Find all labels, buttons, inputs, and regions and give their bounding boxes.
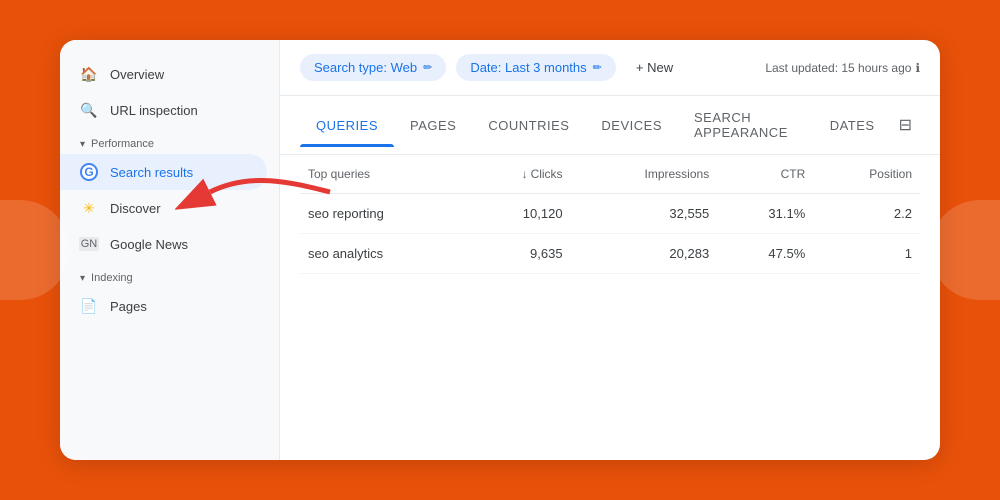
- query-cell-1: seo reporting: [300, 194, 467, 234]
- table-row: seo analytics 9,635 20,283 47.5% 1: [300, 234, 920, 274]
- main-content: Search type: Web ✏ Date: Last 3 months ✏…: [280, 40, 940, 460]
- filter-icon-button[interactable]: ⊟: [891, 107, 920, 143]
- queries-table: Top queries ↓ Clicks Impressions: [300, 155, 920, 274]
- new-button-label: + New: [636, 60, 673, 75]
- search-icon: 🔍: [80, 101, 98, 119]
- date-filter[interactable]: Date: Last 3 months ✏: [456, 54, 616, 81]
- sidebar-item-search-results-label: Search results: [110, 165, 193, 180]
- indexing-section-label: ▾ Indexing: [60, 262, 279, 288]
- table-header-row: Top queries ↓ Clicks Impressions: [300, 155, 920, 194]
- edit-date-icon: ✏: [593, 61, 602, 74]
- main-card: 🏠 Overview 🔍 URL inspection ▾ Performanc…: [60, 40, 940, 460]
- sidebar-item-google-news-label: Google News: [110, 237, 188, 252]
- last-updated-text: Last updated: 15 hours ago: [765, 61, 911, 75]
- clicks-cell-2: 9,635: [467, 234, 571, 274]
- tab-countries[interactable]: COUNTRIES: [472, 104, 585, 147]
- edit-search-type-icon: ✏: [423, 61, 432, 74]
- performance-label: Performance: [91, 138, 154, 150]
- table-area: Top queries ↓ Clicks Impressions: [280, 155, 940, 460]
- search-type-filter[interactable]: Search type: Web ✏: [300, 54, 446, 81]
- tab-search-appearance[interactable]: SEARCH APPEARANCE: [678, 96, 814, 154]
- tab-pages[interactable]: PAGES: [394, 104, 472, 147]
- sidebar-item-google-news[interactable]: GN Google News: [60, 226, 267, 262]
- query-column-header: Top queries: [300, 155, 467, 194]
- sidebar-item-search-results[interactable]: G Search results: [60, 154, 267, 190]
- google-g-icon: G: [80, 163, 98, 181]
- sidebar-item-discover-label: Discover: [110, 201, 161, 216]
- discover-icon: ✳: [80, 199, 98, 217]
- position-cell-1: 2.2: [813, 194, 920, 234]
- tab-dates[interactable]: DATES: [814, 104, 891, 147]
- ctr-column-header: CTR: [717, 155, 813, 194]
- sidebar-item-discover[interactable]: ✳ Discover: [60, 190, 267, 226]
- clicks-cell-1: 10,120: [467, 194, 571, 234]
- position-column-header: Position: [813, 155, 920, 194]
- home-icon: 🏠: [80, 65, 98, 83]
- news-icon: GN: [80, 235, 98, 253]
- new-button[interactable]: + New: [626, 54, 683, 81]
- table-row: seo reporting 10,120 32,555 31.1% 2.2: [300, 194, 920, 234]
- pages-icon: 📄: [80, 297, 98, 315]
- toolbar: Search type: Web ✏ Date: Last 3 months ✏…: [280, 40, 940, 96]
- tab-devices[interactable]: DEVICES: [585, 104, 678, 147]
- sidebar-item-url-inspection[interactable]: 🔍 URL inspection: [60, 92, 267, 128]
- indexing-label: Indexing: [91, 272, 133, 284]
- sort-down-icon: ↓: [522, 167, 528, 181]
- info-icon: ℹ: [915, 61, 920, 75]
- chevron-icon: ▾: [80, 139, 85, 150]
- impressions-cell-2: 20,283: [571, 234, 718, 274]
- bg-decoration-right: [930, 200, 1000, 300]
- last-updated: Last updated: 15 hours ago ℹ: [765, 61, 920, 75]
- sidebar-item-pages-label: Pages: [110, 299, 147, 314]
- ctr-cell-2: 47.5%: [717, 234, 813, 274]
- sidebar: 🏠 Overview 🔍 URL inspection ▾ Performanc…: [60, 40, 280, 460]
- clicks-column-header: ↓ Clicks: [467, 155, 571, 194]
- tab-queries[interactable]: QUERIES: [300, 104, 394, 147]
- sidebar-item-overview[interactable]: 🏠 Overview: [60, 56, 267, 92]
- performance-section-label: ▾ Performance: [60, 128, 279, 154]
- search-type-label: Search type: Web: [314, 60, 417, 75]
- impressions-cell-1: 32,555: [571, 194, 718, 234]
- sidebar-item-overview-label: Overview: [110, 67, 164, 82]
- position-cell-2: 1: [813, 234, 920, 274]
- query-cell-2: seo analytics: [300, 234, 467, 274]
- ctr-cell-1: 31.1%: [717, 194, 813, 234]
- impressions-column-header: Impressions: [571, 155, 718, 194]
- sidebar-item-pages[interactable]: 📄 Pages: [60, 288, 267, 324]
- indexing-chevron-icon: ▾: [80, 273, 85, 284]
- outer-container: 🏠 Overview 🔍 URL inspection ▾ Performanc…: [0, 0, 1000, 500]
- sidebar-item-url-label: URL inspection: [110, 103, 198, 118]
- tabs-bar: QUERIES PAGES COUNTRIES DEVICES SEARCH A…: [280, 96, 940, 155]
- date-label: Date: Last 3 months: [470, 60, 586, 75]
